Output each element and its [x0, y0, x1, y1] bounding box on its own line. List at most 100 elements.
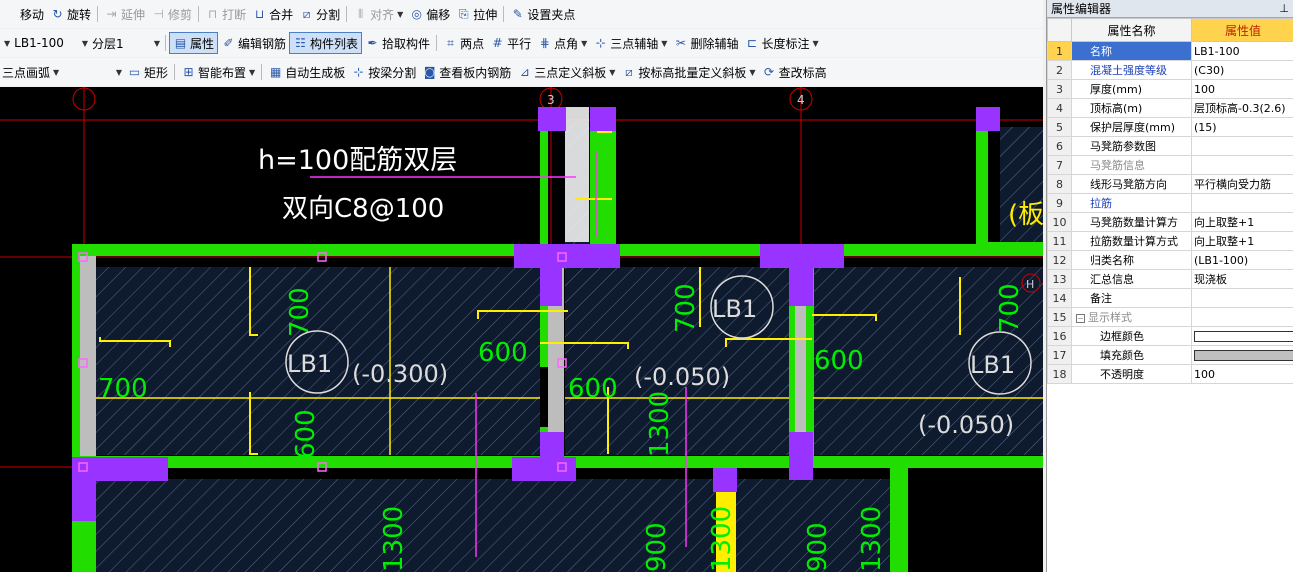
component-toolbar: ▼ LB1-100 ▼ 分层1 ▼ ▤ 属性 ✐ 编辑钢筋 ☷ 构件列表 ✒ 拾取构件 ⌗ 两点…	[0, 29, 1043, 57]
drawing-canvas[interactable]: 3 4 700 700 600 600 600 700 600 700 1300…	[0, 87, 1043, 572]
table-row[interactable]: 14 备注	[1047, 288, 1293, 308]
separator	[165, 35, 166, 51]
property-value[interactable]: 100	[1191, 364, 1293, 384]
extend-icon: ⇥	[106, 7, 117, 21]
pick-component-icon: ✒	[367, 36, 378, 50]
rectangle-button[interactable]: ▭ 矩形	[124, 61, 171, 83]
beam-split-icon: ⊹	[353, 65, 364, 79]
table-row[interactable]: 9 拉筋	[1047, 193, 1293, 213]
property-value[interactable]: 向上取整+1	[1191, 212, 1293, 232]
view-rebar-button[interactable]: ◙ 查看板内钢筋	[419, 61, 514, 83]
property-value[interactable]: (15)	[1191, 117, 1293, 137]
parallel-icon: #	[492, 36, 503, 50]
table-row[interactable]: 12 归类名称 (LB1-100)	[1047, 250, 1293, 270]
panel-title-bar: 属性编辑器 ⊥	[1047, 0, 1293, 18]
table-row[interactable]: 5 保护层厚度(mm) (15)	[1047, 117, 1293, 137]
rebar-note: h=100配筋双层	[258, 145, 457, 176]
table-row[interactable]: 10 马凳筋数量计算方 向上取整+1	[1047, 212, 1293, 232]
beam-split-button[interactable]: ⊹ 按梁分割	[348, 61, 419, 83]
header-name: 属性名称	[1071, 18, 1192, 42]
table-row[interactable]: 18 不透明度 100	[1047, 364, 1293, 384]
stretch-button[interactable]: ⎘ 拉伸	[453, 3, 500, 25]
table-row[interactable]: 7 马凳筋信息	[1047, 155, 1293, 175]
edit-rebar-button[interactable]: ✐ 编辑钢筋	[218, 32, 289, 54]
table-row[interactable]: 17 填充颜色	[1047, 345, 1293, 365]
component-select[interactable]: ▼ LB1-100 ▼	[0, 33, 90, 53]
chevron-down-icon: ▼	[153, 38, 160, 48]
rotate-button[interactable]: ↻ 旋转	[47, 3, 94, 25]
arc-mode-select[interactable]: 三点画弧 ▼ ▼	[0, 62, 124, 82]
extend-button[interactable]: ⇥ 延伸	[101, 3, 148, 25]
table-row[interactable]: 15− 显示样式	[1047, 307, 1293, 327]
fill-color-value[interactable]	[1191, 345, 1293, 365]
table-row[interactable]: 6 马凳筋参数图	[1047, 136, 1293, 156]
smart-layout-button[interactable]: ⊞ 智能布置 ▼	[178, 61, 258, 83]
dim-label: 700	[285, 287, 315, 337]
component-list-button[interactable]: ☷ 构件列表	[289, 32, 363, 54]
slab-region[interactable]	[96, 479, 908, 572]
pin-icon[interactable]: ⊥	[1279, 2, 1289, 15]
break-button[interactable]: ⊓ 打断	[202, 3, 249, 25]
fill-color-swatch[interactable]	[1194, 350, 1293, 361]
property-value[interactable]	[1191, 307, 1293, 327]
slab-elevation: (-0.050)	[918, 411, 1014, 439]
batch-slope-button[interactable]: ⧄ 按标高批量定义斜板 ▼	[618, 61, 758, 83]
cad-drawing[interactable]: 3 4 700 700 600 600 600 700 600 700 1300…	[0, 87, 1043, 572]
three-point-slope-button[interactable]: ⊿ 三点定义斜板 ▼	[514, 61, 618, 83]
table-row[interactable]: 16 边框颜色	[1047, 326, 1293, 346]
separator	[436, 35, 438, 51]
table-row[interactable]: 13 汇总信息 现浇板	[1047, 269, 1293, 289]
property-value[interactable]	[1191, 155, 1293, 175]
align-button[interactable]: ⫴ 对齐 ▼	[350, 3, 406, 25]
dim-label: 1300	[379, 506, 409, 572]
border-color-value[interactable]	[1191, 326, 1293, 346]
draw-toolbar: 三点画弧 ▼ ▼ ▭ 矩形 ⊞ 智能布置 ▼ ▦ 自动生成板 ⊹ 按梁分割 ◙ 查看板内钢筋 ⊿…	[0, 58, 1043, 86]
three-point-axis-button[interactable]: ⊹ 三点辅轴 ▼	[590, 32, 670, 54]
move-button[interactable]: 移动	[0, 3, 47, 25]
edit-rebar-icon: ✐	[223, 36, 234, 50]
layer-select[interactable]: 分层1 ▼	[90, 33, 162, 53]
two-point-button[interactable]: ⌗ 两点	[440, 32, 487, 54]
edit-elevation-button[interactable]: ⟳ 查改标高	[759, 61, 830, 83]
table-row[interactable]: 3 厚度(mm) 100	[1047, 79, 1293, 99]
property-value[interactable]: 层顶标高-0.3(2.6)	[1191, 98, 1293, 118]
property-value[interactable]	[1191, 193, 1293, 213]
dim-label: 1300	[645, 391, 675, 457]
merge-button[interactable]: ⊔ 合并	[249, 3, 296, 25]
property-table: 属性名称 属性值 1 名称 LB1-100 2 混凝土强度等级 (C30) 3 厚度(mm…	[1047, 18, 1293, 384]
two-point-icon: ⌗	[447, 36, 454, 50]
table-row[interactable]: 8 线形马凳筋方向 平行横向受力筋	[1047, 174, 1293, 194]
delete-axis-button[interactable]: ✂ 删除辅轴	[670, 32, 741, 54]
offset-button[interactable]: ◎ 偏移	[406, 3, 453, 25]
point-angle-button[interactable]: ⋕ 点角 ▼	[534, 32, 590, 54]
set-grip-button[interactable]: ✎ 设置夹点	[507, 3, 578, 25]
pick-component-button[interactable]: ✒ 拾取构件	[362, 32, 433, 54]
property-value[interactable]	[1191, 288, 1293, 308]
rebar-spec: 双向C8@100	[282, 194, 444, 224]
table-row[interactable]: 1 名称 LB1-100	[1047, 41, 1293, 61]
length-dim-button[interactable]: ⊏ 长度标注 ▼	[741, 32, 821, 54]
table-row[interactable]: 2 混凝土强度等级 (C30)	[1047, 60, 1293, 80]
table-row[interactable]: 4 顶标高(m) 层顶标高-0.3(2.6)	[1047, 98, 1293, 118]
auto-slab-button[interactable]: ▦ 自动生成板	[265, 61, 348, 83]
border-color-swatch[interactable]	[1194, 331, 1293, 342]
property-value[interactable]: 100	[1191, 79, 1293, 99]
property-value[interactable]: (LB1-100)	[1191, 250, 1293, 270]
split-button[interactable]: ⧄ 分割	[296, 3, 343, 25]
property-value[interactable]: 平行横向受力筋	[1191, 174, 1293, 194]
property-value[interactable]	[1191, 136, 1293, 156]
property-value[interactable]: (C30)	[1191, 60, 1293, 80]
trim-button[interactable]: ⊣ 修剪	[148, 3, 195, 25]
collapse-icon[interactable]: −	[1076, 314, 1085, 323]
dim-label: 1300	[707, 506, 737, 572]
property-value[interactable]: 向上取整+1	[1191, 231, 1293, 251]
parallel-button[interactable]: # 平行	[487, 32, 534, 54]
view-rebar-icon: ◙	[423, 65, 436, 79]
table-row[interactable]: 11 拉筋数量计算方式 向上取整+1	[1047, 231, 1293, 251]
slab-elevation: (-0.300)	[352, 360, 448, 388]
property-value[interactable]: 现浇板	[1191, 269, 1293, 289]
properties-button[interactable]: ▤ 属性	[169, 32, 219, 54]
property-value[interactable]: LB1-100	[1191, 41, 1293, 61]
chevron-down-icon: ▼	[581, 38, 588, 48]
slab-name: LB1	[287, 350, 332, 378]
